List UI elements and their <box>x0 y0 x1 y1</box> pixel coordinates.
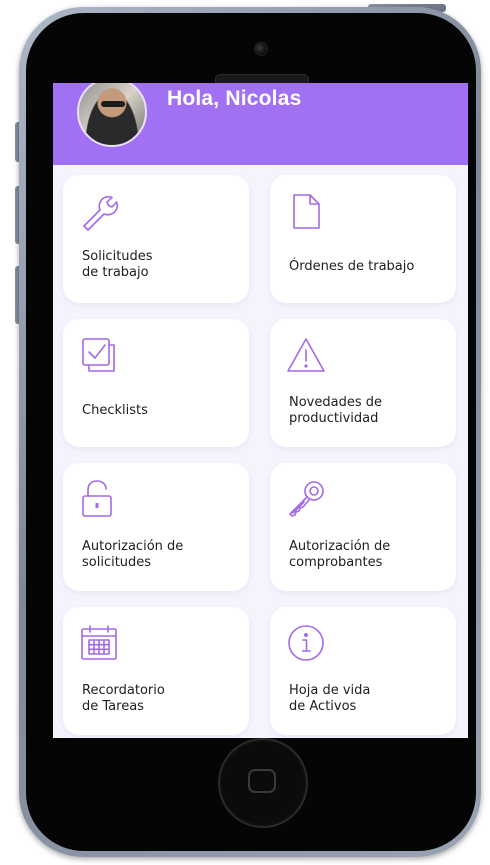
home-button[interactable] <box>218 738 308 828</box>
wrench-icon <box>79 191 119 231</box>
menu-card-autorizacion-de-solicitudes[interactable]: Autorización de solicitudes <box>63 463 249 591</box>
app-screen: Hola, Nicolas Solicitudes de trabajo Órd… <box>53 83 468 738</box>
menu-card-label: Checklists <box>82 403 148 418</box>
avatar-sunglasses <box>101 101 125 107</box>
menu-card-label: Solicitudes de trabajo <box>82 249 153 280</box>
padlock-icon <box>79 479 119 519</box>
warning-icon <box>286 335 326 375</box>
menu-card-label: Recordatorio de Tareas <box>82 683 165 714</box>
home-button-square-icon <box>248 769 276 793</box>
checklist-icon <box>79 335 119 375</box>
menu-card-label: Novedades de productividad <box>289 395 382 426</box>
menu-card-label: Hoja de vida de Activos <box>289 683 371 714</box>
calendar-icon <box>79 623 119 663</box>
key-icon <box>286 479 326 519</box>
menu-card-hoja-de-vida-de-activos[interactable]: Hoja de vida de Activos <box>270 607 456 735</box>
front-camera <box>254 42 268 56</box>
menu-card-recordatorio-de-tareas[interactable]: Recordatorio de Tareas <box>63 607 249 735</box>
menu-card-novedades-de-productividad[interactable]: Novedades de productividad <box>270 319 456 447</box>
menu-card-checklists[interactable]: Checklists <box>63 319 249 447</box>
menu-card-solicitudes-de-trabajo[interactable]: Solicitudes de trabajo <box>63 175 249 303</box>
info-icon <box>286 623 326 663</box>
menu-card-label: Órdenes de trabajo <box>289 259 415 274</box>
menu-card-label: Autorización de solicitudes <box>82 539 184 570</box>
menu-card-ordenes-de-trabajo[interactable]: Órdenes de trabajo <box>270 175 456 303</box>
menu-card-autorizacion-de-comprobantes[interactable]: Autorización de comprobantes <box>270 463 456 591</box>
app-header: Hola, Nicolas <box>53 83 468 165</box>
greeting-title: Hola, Nicolas <box>167 87 302 110</box>
menu-card-label: Autorización de comprobantes <box>289 539 391 570</box>
document-icon <box>286 191 326 231</box>
avatar[interactable] <box>77 83 147 147</box>
stage: Hola, Nicolas Solicitudes de trabajo Órd… <box>0 0 490 865</box>
